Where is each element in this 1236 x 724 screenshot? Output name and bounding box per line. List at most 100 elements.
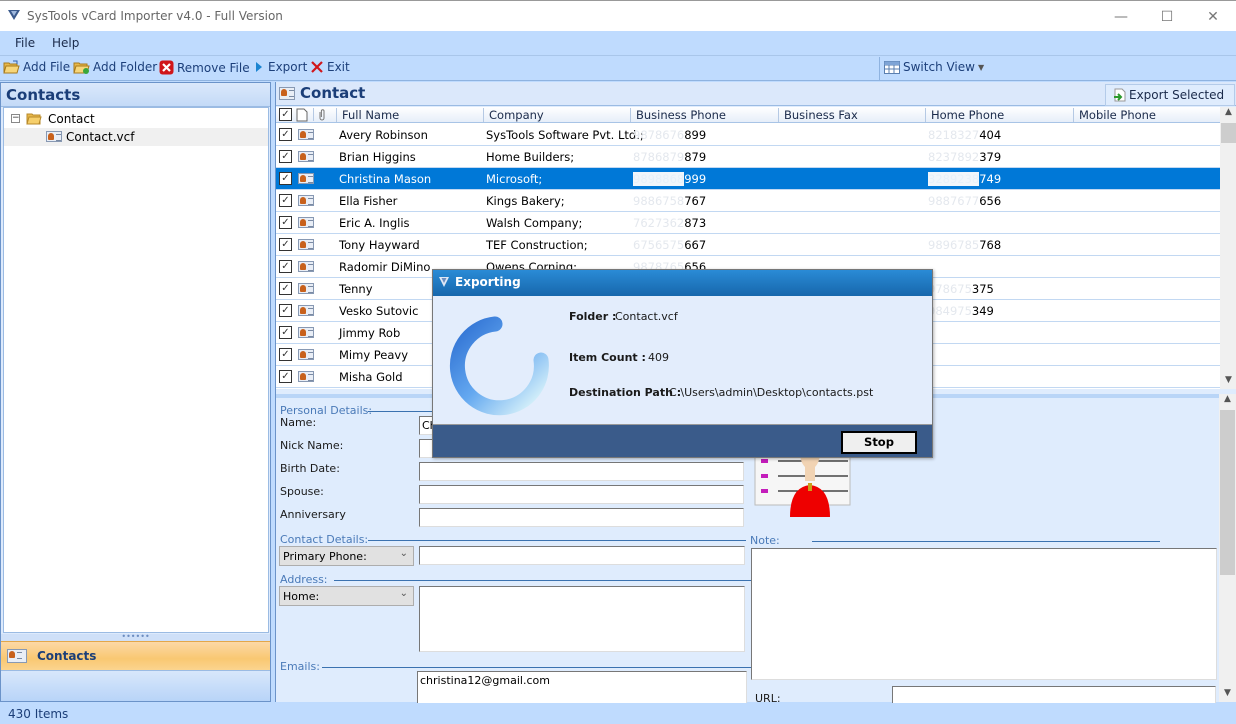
note-field[interactable]: [751, 548, 1217, 680]
app-logo-icon: [8, 10, 20, 20]
tree-node-contact-vcf[interactable]: Contact.vcf: [4, 128, 268, 146]
primary-phone-select[interactable]: Primary Phone: ⌄: [279, 546, 414, 566]
nav-footer: [1, 671, 270, 701]
scroll-thumb[interactable]: [1220, 410, 1235, 575]
vcard-icon: [298, 327, 314, 338]
column-company[interactable]: Company: [483, 108, 630, 122]
birth-date-field[interactable]: [419, 462, 744, 481]
table-row[interactable]: ✓ Christina Mason Microsoft; 9898868999 3289…: [276, 168, 1220, 190]
row-checkbox[interactable]: ✓: [279, 216, 292, 229]
column-full-name[interactable]: Full Name: [336, 108, 483, 122]
table-row[interactable]: ✓ Avery Robinson SysTools Software Pvt. Lt…: [276, 124, 1220, 146]
column-business-fax[interactable]: Business Fax: [778, 108, 925, 122]
phone-digits: 656: [979, 194, 1002, 208]
nav-contacts-label: Contacts: [37, 649, 97, 663]
collapse-icon[interactable]: −: [11, 114, 20, 123]
row-checkbox[interactable]: ✓: [279, 150, 292, 163]
minimize-button[interactable]: —: [1098, 1, 1144, 32]
cell-home-phone: 8237892379: [928, 150, 1001, 164]
remove-file-button[interactable]: Remove File: [159, 60, 250, 75]
row-checkbox[interactable]: ✓: [279, 238, 292, 251]
cell-company: SysTools Software Pvt. Ltd.;: [486, 128, 644, 142]
scroll-up-icon[interactable]: ▲: [1219, 394, 1236, 408]
menu-file[interactable]: File: [15, 36, 35, 50]
add-file-button[interactable]: Add File: [3, 60, 70, 74]
anniversary-field[interactable]: [419, 508, 744, 527]
masked-digits: 9886758: [633, 194, 685, 208]
panel-splitter[interactable]: ••••••: [1, 633, 270, 641]
toolbar-separator: [879, 57, 880, 80]
row-checkbox[interactable]: ✓: [279, 370, 292, 383]
add-folder-label: Add Folder: [93, 60, 158, 74]
exit-button[interactable]: Exit: [310, 60, 350, 74]
tree-node-contact[interactable]: − Contact: [4, 110, 268, 128]
stop-button[interactable]: Stop: [841, 431, 917, 454]
column-mobile-phone[interactable]: Mobile Phone: [1073, 108, 1220, 122]
scroll-up-icon[interactable]: ▲: [1220, 107, 1236, 121]
tree-node-label: Contact: [48, 112, 95, 126]
vcard-icon: [298, 151, 314, 162]
header-divider: [313, 108, 314, 121]
vcard-icon: [298, 305, 314, 316]
nav-contacts-button[interactable]: Contacts: [1, 641, 270, 671]
row-checkbox[interactable]: ✓: [279, 260, 292, 273]
maximize-button[interactable]: ☐: [1144, 1, 1190, 32]
table-row[interactable]: ✓ Ella Fisher Kings Bakery; 9886758767 98876…: [276, 190, 1220, 212]
select-all-checkbox[interactable]: ✓: [279, 108, 292, 121]
add-file-label: Add File: [23, 60, 71, 74]
dialog-title: Exporting: [455, 275, 521, 289]
add-folder-button[interactable]: Add Folder: [73, 60, 157, 74]
scroll-down-icon[interactable]: ▼: [1219, 688, 1236, 702]
phone-digits: 879: [684, 150, 707, 164]
menu-help[interactable]: Help: [52, 36, 79, 50]
vcard-icon: [298, 349, 314, 360]
cell-company: Microsoft;: [486, 172, 543, 186]
primary-phone-field[interactable]: [419, 546, 745, 565]
cell-home-phone: 978675375: [928, 282, 994, 296]
cell-full-name: Avery Robinson: [339, 128, 428, 142]
cell-company: Walsh Company;: [486, 216, 583, 230]
column-home-phone[interactable]: Home Phone: [925, 108, 1073, 122]
row-checkbox[interactable]: ✓: [279, 194, 292, 207]
cell-home-phone: 9896785768: [928, 238, 1001, 252]
masked-digits: 3289238: [928, 172, 980, 186]
row-checkbox[interactable]: ✓: [279, 348, 292, 361]
switch-view-button[interactable]: Switch View ▼: [884, 60, 984, 74]
cell-full-name: Jimmy Rob: [339, 326, 401, 340]
export-button[interactable]: Export: [253, 60, 307, 74]
phone-digits: 667: [684, 238, 707, 252]
scroll-down-icon[interactable]: ▼: [1220, 375, 1236, 389]
contact-card-icon: [279, 87, 295, 100]
sidebar-title: Contacts: [1, 83, 270, 107]
row-checkbox[interactable]: ✓: [279, 304, 292, 317]
table-row[interactable]: ✓ Tony Hayward TEF Construction; 6756575667…: [276, 234, 1220, 256]
scroll-thumb[interactable]: [1221, 123, 1236, 143]
spouse-field[interactable]: [419, 485, 744, 504]
cell-home-phone: 9887677656: [928, 194, 1001, 208]
table-row[interactable]: ✓ Brian Higgins Home Builders; 8786879879 82…: [276, 146, 1220, 168]
destination-path-label: Destination Path :: [569, 386, 682, 399]
row-checkbox[interactable]: ✓: [279, 128, 292, 141]
item-count-status: 430 Items: [8, 707, 69, 721]
masked-digits: 9898868: [633, 172, 685, 186]
contacts-sidebar: Contacts − Contact Contact.vcf •••••• Co…: [0, 82, 271, 702]
details-scrollbar[interactable]: ▲ ▼: [1219, 394, 1236, 702]
row-checkbox[interactable]: ✓: [279, 326, 292, 339]
column-business-phone[interactable]: Business Phone: [630, 108, 778, 122]
cell-company: TEF Construction;: [486, 238, 588, 252]
phone-digits: 767: [684, 194, 707, 208]
contact-details-label: Contact Details:: [280, 533, 369, 546]
row-checkbox[interactable]: ✓: [279, 172, 292, 185]
row-checkbox[interactable]: ✓: [279, 282, 292, 295]
masked-digits: 978675: [928, 282, 972, 296]
phone-digits: 404: [979, 128, 1002, 142]
table-row[interactable]: ✓ Eric A. Inglis Walsh Company; 7627362873: [276, 212, 1220, 234]
grid-scrollbar[interactable]: ▲ ▼: [1220, 107, 1236, 389]
close-button[interactable]: ✕: [1190, 1, 1236, 32]
address-type-select[interactable]: Home: ⌄: [279, 586, 414, 606]
address-field[interactable]: [419, 586, 745, 652]
vcard-icon: [298, 371, 314, 382]
export-selected-button[interactable]: Export Selected: [1105, 84, 1235, 106]
add-folder-icon: [73, 62, 90, 74]
cell-business-phone: 9878676899: [633, 128, 706, 142]
